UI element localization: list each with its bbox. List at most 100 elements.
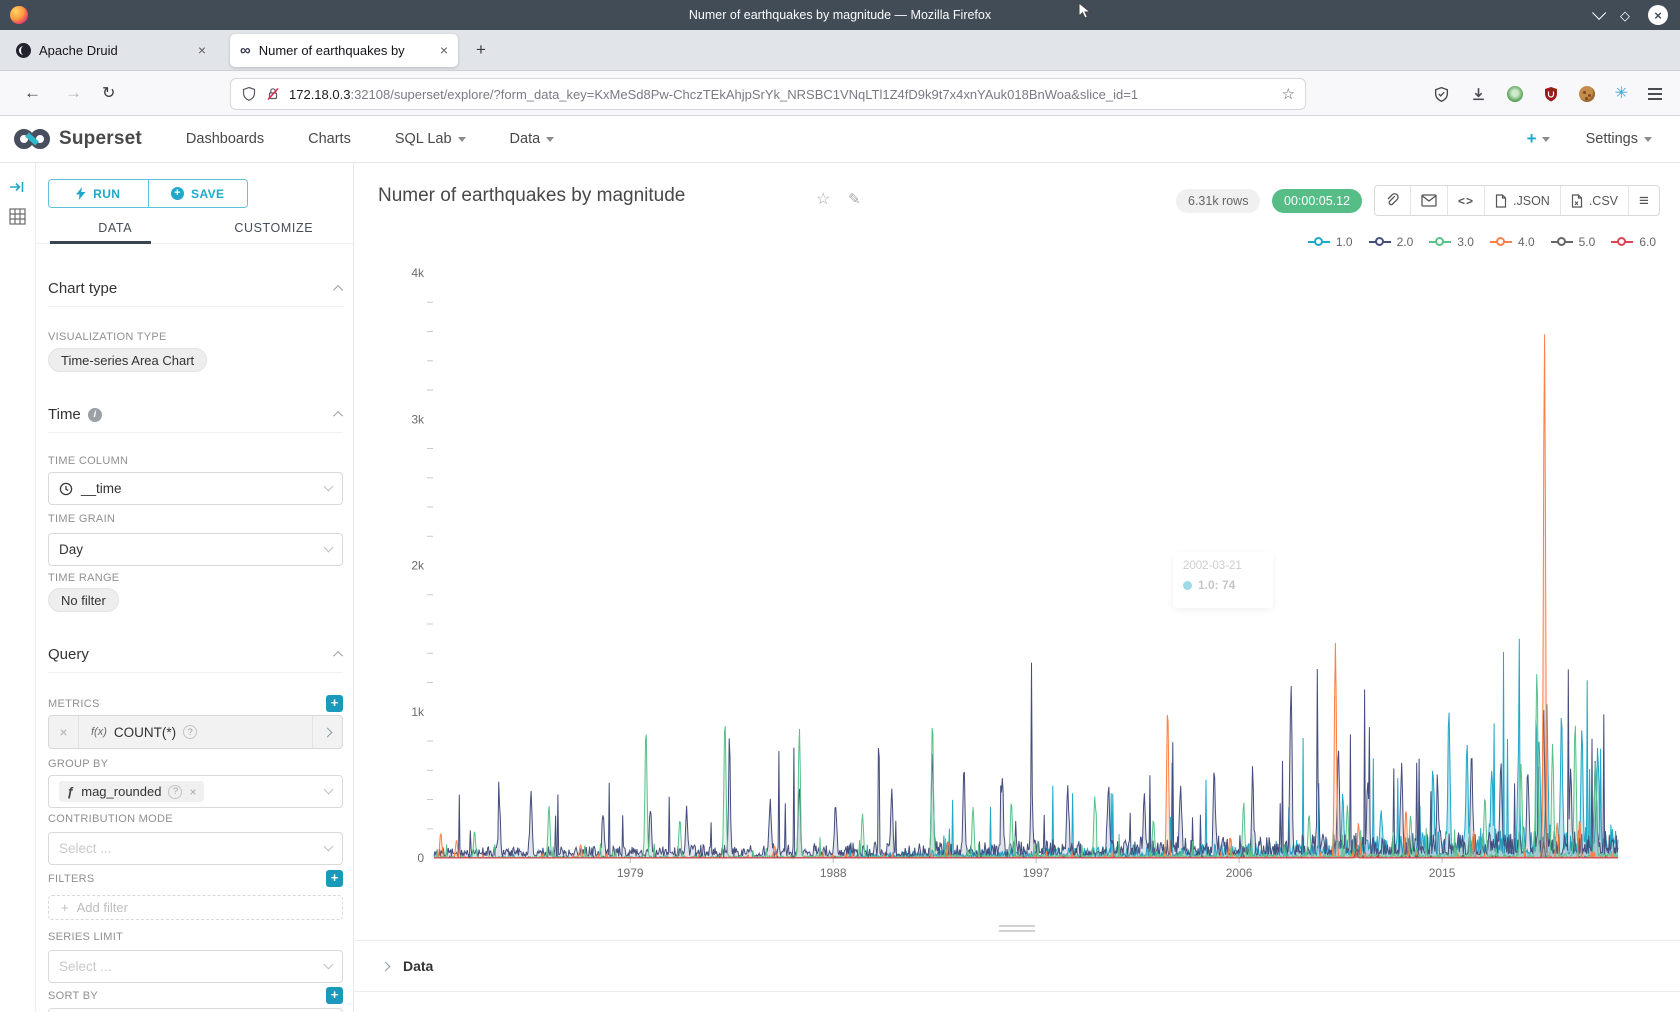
forward-button[interactable]: → (65, 83, 82, 103)
svg-text:3k: 3k (411, 412, 425, 426)
add-metric-button[interactable]: + (326, 695, 343, 712)
tab-close-icon[interactable]: × (198, 42, 206, 58)
maximize-button[interactable]: ◇ (1620, 9, 1630, 22)
collapse-icon[interactable] (333, 285, 343, 295)
close-button[interactable]: × (1648, 5, 1668, 25)
nav-data[interactable]: Data (510, 131, 555, 147)
ublock-shield-icon[interactable] (1543, 86, 1559, 103)
svg-text:1k: 1k (411, 705, 425, 719)
edit-title-icon[interactable]: ✎ (848, 190, 861, 208)
tab-close-icon[interactable]: × (440, 42, 448, 58)
time-grain-select[interactable]: Day (48, 533, 343, 566)
series-limit-select[interactable]: Select ... (48, 950, 343, 983)
expand-metric-icon[interactable] (312, 716, 342, 748)
download-icon[interactable] (1470, 86, 1487, 103)
group-by-pill[interactable]: ƒ mag_rounded ? × (59, 781, 204, 802)
back-button[interactable]: ← (24, 83, 41, 103)
data-panel-header[interactable]: Data (354, 940, 1680, 992)
filters-label: FILTERS (48, 873, 95, 885)
time-range-label: TIME RANGE (48, 572, 343, 584)
time-column-select[interactable]: __time (48, 472, 343, 505)
section-time[interactable]: Time i (48, 397, 343, 433)
snowflake-icon[interactable]: ✳ (1615, 86, 1628, 102)
section-chart-type[interactable]: Chart type (48, 271, 343, 307)
sort-by-select[interactable] (48, 1008, 343, 1012)
panel-resize-handle[interactable] (999, 925, 1035, 932)
new-item-button[interactable]: + (1527, 129, 1550, 149)
time-column-label: TIME COLUMN (48, 455, 343, 467)
favorite-star-icon[interactable]: ☆ (816, 189, 830, 209)
reload-button[interactable]: ↻ (102, 83, 115, 103)
tab-superset-explore[interactable]: ∞ Numer of earthquakes by × (230, 34, 458, 67)
svg-text:1997: 1997 (1023, 866, 1050, 880)
group-by-select[interactable]: ƒ mag_rounded ? × (48, 775, 343, 808)
chevron-right-icon (381, 961, 391, 971)
copy-link-button[interactable] (1375, 186, 1410, 215)
viz-type-pill[interactable]: Time-series Area Chart (48, 348, 207, 372)
superset-logo[interactable]: Superset (12, 126, 142, 152)
time-range-pill[interactable]: No filter (48, 588, 119, 612)
sort-by-label: SORT BY (48, 990, 98, 1002)
chart-area: Numer of earthquakes by magnitude ☆ ✎ 6.… (354, 163, 1680, 1012)
window-titlebar: Numer of earthquakes by magnitude — Mozi… (0, 0, 1680, 30)
mouse-cursor (1078, 2, 1092, 25)
shield-icon[interactable] (241, 86, 257, 102)
metric-item[interactable]: × f(x) COUNT(*) ? (48, 715, 343, 749)
legend-item-3.0[interactable]: 3.0 (1429, 235, 1474, 249)
svg-text:4k: 4k (411, 266, 425, 280)
tab-data[interactable]: DATA (36, 214, 195, 243)
add-sort-button[interactable]: + (326, 987, 343, 1004)
shield-check-icon[interactable] (1433, 86, 1450, 103)
legend-item-5.0[interactable]: 5.0 (1551, 235, 1596, 249)
insecure-lock-icon[interactable] (265, 86, 281, 102)
brand-name: Superset (59, 128, 142, 150)
save-button[interactable]: + SAVE (148, 180, 248, 207)
email-button[interactable] (1410, 186, 1447, 215)
remove-icon[interactable]: × (189, 785, 196, 799)
bookmark-star-icon[interactable]: ☆ (1282, 85, 1295, 103)
menu-icon[interactable] (1648, 88, 1662, 99)
settings-menu[interactable]: Settings (1586, 131, 1652, 147)
collapse-icon[interactable] (333, 651, 343, 661)
bolt-icon (76, 187, 86, 200)
chart-menu-button[interactable]: ≡ (1628, 186, 1659, 215)
legend-marker (1611, 237, 1633, 247)
legend-item-1.0[interactable]: 1.0 (1308, 235, 1353, 249)
collapse-icon[interactable] (333, 411, 343, 421)
add-filter-box[interactable]: + Add filter (48, 895, 343, 920)
remove-metric-icon[interactable]: × (49, 716, 79, 748)
chevron-down-icon (324, 842, 334, 852)
url-bar[interactable]: 172.18.0.3:32108/superset/explore/?form_… (230, 78, 1306, 110)
dataset-grid-icon[interactable] (9, 208, 26, 230)
extension-green-icon[interactable] (1507, 86, 1523, 102)
tab-customize[interactable]: CUSTOMIZE (195, 214, 354, 243)
collapsed-datasource-panel (0, 163, 36, 1012)
svg-text:1979: 1979 (617, 866, 644, 880)
minimize-button[interactable] (1592, 6, 1606, 20)
chevron-down-icon (324, 482, 334, 492)
section-query[interactable]: Query (48, 637, 343, 673)
expand-panel-icon[interactable] (9, 179, 26, 200)
cookie-icon[interactable] (1579, 86, 1595, 102)
nav-charts[interactable]: Charts (308, 131, 351, 147)
chevron-down-icon (324, 543, 334, 553)
export-json-button[interactable]: .JSON (1484, 186, 1560, 215)
legend-item-2.0[interactable]: 2.0 (1369, 235, 1414, 249)
new-tab-button[interactable]: + (468, 40, 494, 60)
browser-tabbar: Apache Druid × ∞ Numer of earthquakes by… (0, 30, 1680, 71)
legend-marker (1308, 237, 1330, 247)
embed-code-button[interactable]: <> (1447, 186, 1484, 215)
metrics-label: METRICS (48, 698, 100, 710)
url-text[interactable]: 172.18.0.3:32108/superset/explore/?form_… (289, 87, 1274, 102)
export-csv-button[interactable]: .CSV (1560, 186, 1628, 215)
nav-sql-lab[interactable]: SQL Lab (395, 131, 466, 147)
legend-marker (1551, 237, 1573, 247)
legend-item-6.0[interactable]: 6.0 (1611, 235, 1656, 249)
tab-apache-druid[interactable]: Apache Druid × (6, 34, 216, 67)
add-filter-plus-button[interactable]: + (326, 870, 343, 887)
run-button[interactable]: RUN (49, 180, 148, 207)
nav-dashboards[interactable]: Dashboards (186, 131, 264, 147)
contribution-mode-select[interactable]: Select ... (48, 832, 343, 865)
timeseries-area-chart[interactable]: 01k2k3k4k19791988199720062015 (394, 253, 1654, 893)
legend-item-4.0[interactable]: 4.0 (1490, 235, 1535, 249)
